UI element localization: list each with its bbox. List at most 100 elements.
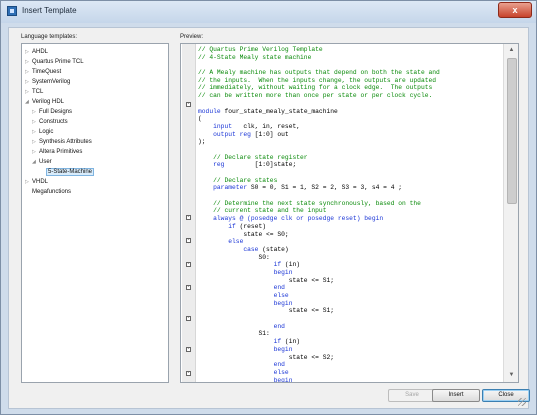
code-gutter: - - - - - - - - xyxy=(182,44,196,382)
code-line: begin xyxy=(198,346,498,354)
tree-item[interactable]: ▷ VHDL xyxy=(25,178,48,187)
code-text: S1: xyxy=(198,330,270,338)
fold-marker-icon[interactable]: - xyxy=(186,371,191,376)
code-line: else xyxy=(198,292,498,300)
tree-item-label: SystemVerilog xyxy=(32,79,71,85)
tree-item-label: Full Designs xyxy=(39,109,73,115)
code-line: else xyxy=(198,238,498,246)
tree-item[interactable]: Megafunctions xyxy=(25,188,71,197)
collapsed-arrow-icon[interactable]: ▷ xyxy=(32,138,39,147)
expanded-arrow-icon[interactable]: ◢ xyxy=(32,158,39,167)
code-line: // Quartus Prime Verilog Template xyxy=(198,46,498,54)
tree-item[interactable]: ◢ Verilog HDL xyxy=(25,98,64,107)
tree-item[interactable]: 5-State-Machine xyxy=(39,168,95,177)
tree-item[interactable]: ◢ User xyxy=(32,158,52,167)
collapsed-arrow-icon[interactable]: ▷ xyxy=(32,118,39,127)
code-keyword: if xyxy=(198,338,282,346)
tree-item[interactable]: ▷ Quartus Prime TCL xyxy=(25,58,84,67)
resize-grip-icon[interactable] xyxy=(518,398,526,406)
code-line: // Declare states xyxy=(198,177,498,185)
collapsed-arrow-icon[interactable]: ▷ xyxy=(25,68,32,77)
fold-marker-icon[interactable]: - xyxy=(186,215,191,220)
collapsed-arrow-icon[interactable]: ▷ xyxy=(25,58,32,67)
code-text: ); xyxy=(198,138,206,146)
code-comment: // the inputs. When the inputs change, t… xyxy=(198,76,437,84)
code-line: end xyxy=(198,361,498,369)
code-line: parameter S0 = 0, S1 = 1, S2 = 2, S3 = 3… xyxy=(198,184,498,192)
tree-item-label: AHDL xyxy=(32,49,49,55)
code-comment: // can be written more than once per sta… xyxy=(198,92,433,100)
save-button[interactable]: Save xyxy=(388,389,436,402)
fold-marker-icon[interactable]: - xyxy=(186,238,191,243)
code-line: state <= S2; xyxy=(198,354,498,362)
insert-button[interactable]: Insert xyxy=(432,389,480,402)
window-close-button[interactable]: x xyxy=(498,2,532,18)
tree-item[interactable]: ▷ AHDL xyxy=(25,48,48,57)
fold-marker-icon[interactable]: - xyxy=(186,316,191,321)
tree-item-label: Altera Primitives xyxy=(39,149,83,155)
code-comment: // Quartus Prime Verilog Template xyxy=(198,46,323,53)
tree-item-label: Synthesis Attributes xyxy=(39,139,92,145)
code-line: ( xyxy=(198,115,498,123)
code-line: // Declare state register xyxy=(198,154,498,162)
preview-label: Preview: xyxy=(180,34,204,40)
tree-item[interactable]: ▷ Synthesis Attributes xyxy=(32,138,92,147)
collapsed-arrow-icon[interactable]: ▷ xyxy=(32,128,39,137)
expanded-arrow-icon[interactable]: ◢ xyxy=(25,98,32,107)
collapsed-arrow-icon[interactable]: ▷ xyxy=(25,178,32,187)
code-text: state <= S0; xyxy=(198,230,289,238)
tree-item[interactable]: ▷ Full Designs xyxy=(32,108,72,117)
collapsed-arrow-icon[interactable]: ▷ xyxy=(25,88,32,97)
code-line: reg [1:0]state; xyxy=(198,161,498,169)
tree-item[interactable]: ▷ TCL xyxy=(25,88,43,97)
tree-item[interactable]: ▷ TimeQuest xyxy=(25,68,61,77)
code-text: S0 = 0, S1 = 1, S2 = 2, S3 = 3, s4 = 4 ; xyxy=(247,184,403,192)
vertical-scrollbar[interactable]: ▲ ▼ xyxy=(503,44,518,382)
fold-marker-icon[interactable]: - xyxy=(186,285,191,290)
code-text: state <= S1; xyxy=(198,307,335,315)
collapsed-arrow-icon[interactable]: ▷ xyxy=(32,148,39,157)
code-line: // A Mealy machine has outputs that depe… xyxy=(198,69,498,77)
code-keyword: output reg xyxy=(198,130,251,138)
language-templates-tree[interactable]: ▷ AHDL ▷ Quartus Prime TCL ▷ TimeQuest ▷ System… xyxy=(21,43,169,383)
code-text: end xyxy=(198,322,285,330)
code-keyword: module xyxy=(198,107,221,115)
fold-marker-icon[interactable]: - xyxy=(186,102,191,107)
code-keyword: parameter xyxy=(198,184,248,192)
tree-item-label: VHDL xyxy=(32,179,49,185)
code-comment: // Declare state register xyxy=(198,153,308,161)
code-text: [1:0] out xyxy=(250,130,289,138)
title-bar[interactable]: Insert Template x xyxy=(1,1,536,23)
code-line: always @ (posedge clk or posedge reset) … xyxy=(198,215,498,223)
code-text: else xyxy=(198,292,289,299)
language-templates-label: Language templates: xyxy=(21,34,78,40)
collapsed-arrow-icon[interactable]: ▷ xyxy=(25,78,32,87)
tree-item[interactable]: ▷ SystemVerilog xyxy=(25,78,70,87)
code-line: // Determine the next state synchronousl… xyxy=(198,200,498,208)
scroll-thumb[interactable] xyxy=(507,58,517,204)
code-text: else xyxy=(198,238,244,246)
code-keyword: reg xyxy=(198,161,225,169)
code-comment: // Declare states xyxy=(198,176,278,184)
preview-pane[interactable]: - - - - - - - - // Quartus Prime Verilog… xyxy=(180,43,519,383)
code-text: (in) xyxy=(281,261,301,269)
code-text: end xyxy=(198,361,285,369)
scroll-up-arrow-icon[interactable]: ▲ xyxy=(507,46,516,55)
scroll-down-arrow-icon[interactable]: ▼ xyxy=(507,371,516,380)
fold-marker-icon[interactable]: - xyxy=(186,347,191,352)
code-keyword: if xyxy=(198,222,236,230)
tree-item[interactable]: ▷ Altera Primitives xyxy=(32,148,82,157)
code-text: always @ (posedge clk or posedge reset) … xyxy=(198,215,384,223)
tree-item[interactable]: ▷ Constructs xyxy=(32,118,68,127)
fold-marker-icon[interactable]: - xyxy=(186,262,191,267)
code-line: case (state) xyxy=(198,246,498,254)
collapsed-arrow-icon[interactable]: ▷ xyxy=(25,48,32,57)
code-preview[interactable]: // Quartus Prime Verilog Template// 4-St… xyxy=(198,46,498,382)
collapsed-arrow-icon[interactable]: ▷ xyxy=(32,108,39,117)
tree-item-label: Verilog HDL xyxy=(32,99,65,105)
code-line: if (in) xyxy=(198,261,498,269)
tree-item[interactable]: ▷ Logic xyxy=(32,128,53,137)
